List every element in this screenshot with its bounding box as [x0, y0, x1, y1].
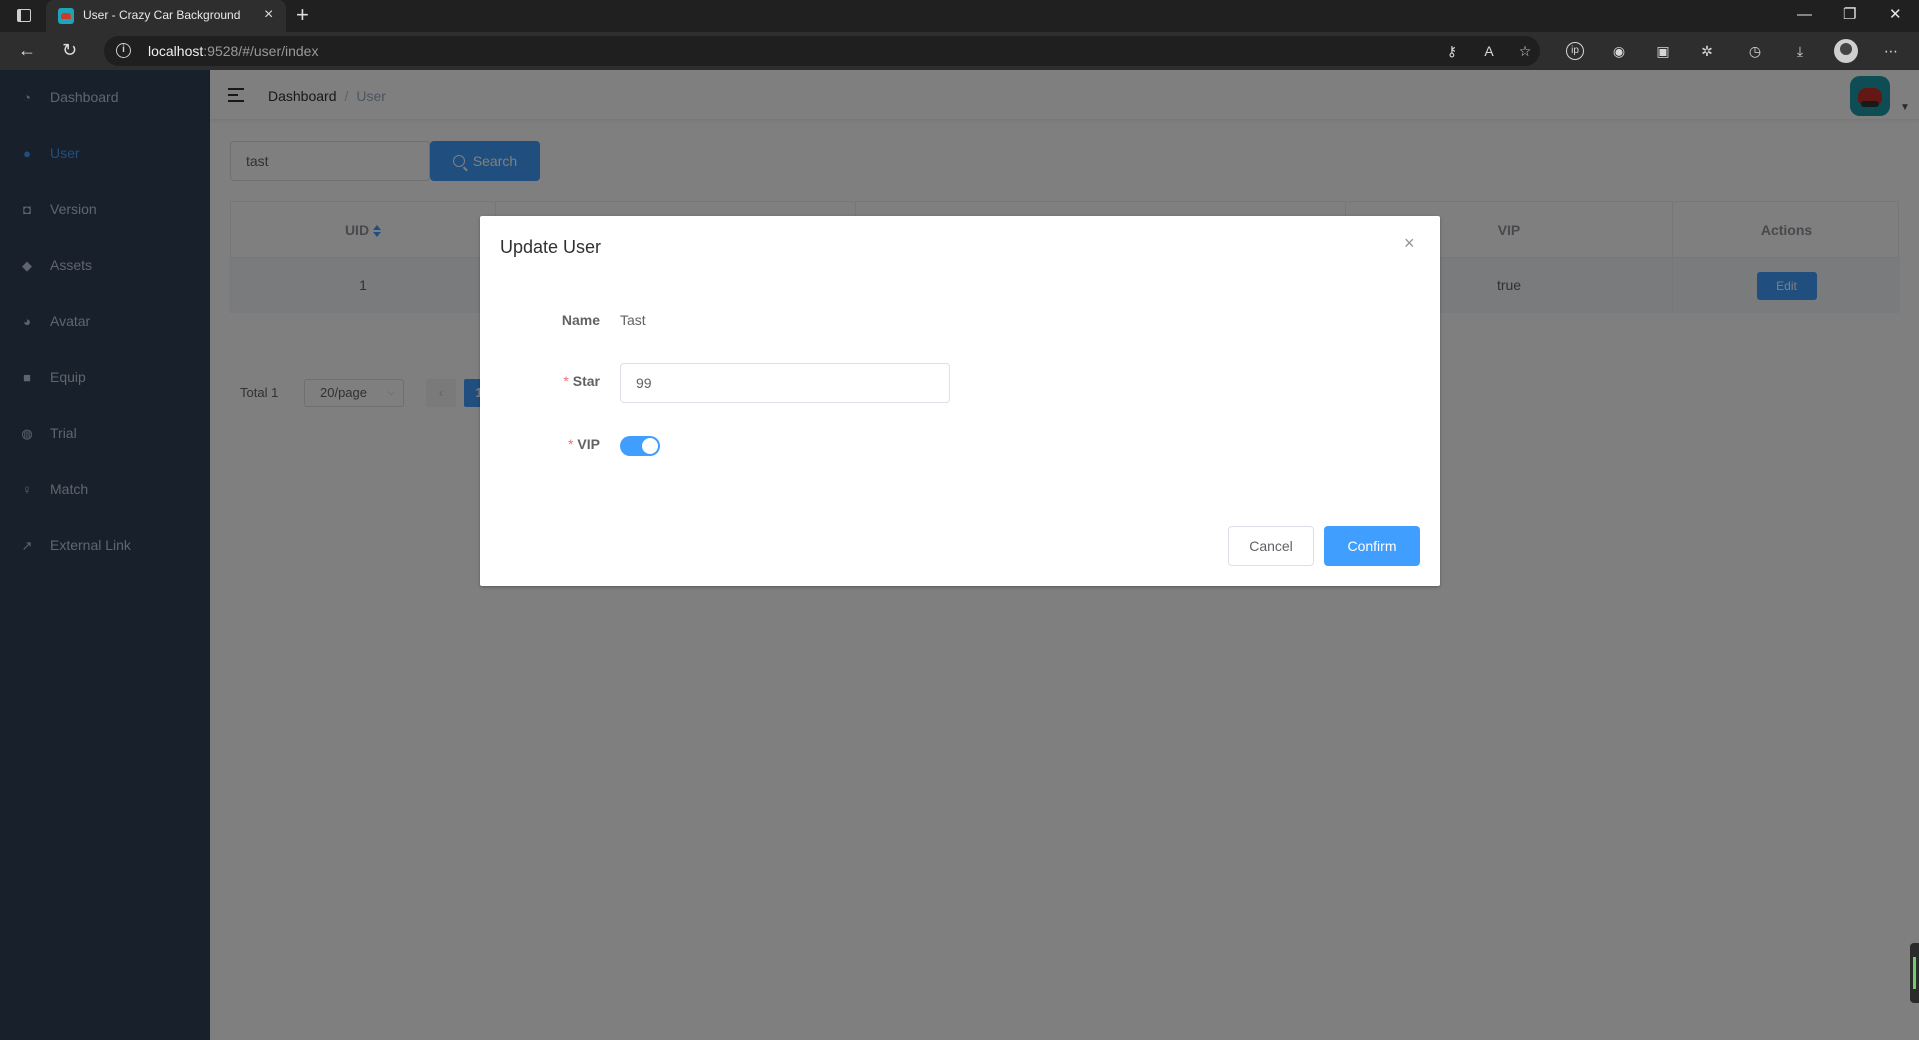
reload-icon[interactable]: ↻: [62, 40, 77, 60]
url-field[interactable]: i localhost:9528/#/user/index: [104, 36, 1540, 66]
favorite-add-icon[interactable]: ☆: [1516, 42, 1534, 60]
star-label: * Star: [563, 373, 600, 389]
cancel-button[interactable]: Cancel: [1228, 526, 1314, 566]
key-icon[interactable]: ⚷: [1443, 42, 1461, 60]
extension-mask-icon[interactable]: ◉: [1610, 42, 1628, 60]
close-icon[interactable]: ×: [1404, 234, 1415, 252]
vip-label: * VIP: [567, 436, 600, 452]
side-panel-handle[interactable]: [1910, 943, 1919, 1003]
extension-box-icon[interactable]: ▣: [1654, 42, 1672, 60]
extensions-icon[interactable]: ✲: [1698, 42, 1716, 60]
confirm-button[interactable]: Confirm: [1324, 526, 1420, 566]
restore-icon[interactable]: ❐: [1843, 6, 1856, 24]
name-value: Tast: [620, 312, 646, 328]
dialog-title: Update User: [500, 237, 602, 257]
extension-ip-icon[interactable]: ip: [1566, 42, 1584, 60]
update-user-dialog: Update User × Name Tast * Star 99 * VIP Ca…: [480, 216, 1440, 586]
profile-avatar[interactable]: [1834, 39, 1858, 63]
star-input[interactable]: 99: [620, 363, 950, 403]
vip-switch[interactable]: [620, 436, 660, 456]
url-text: localhost:9528/#/user/index: [148, 43, 319, 59]
tab-close-icon[interactable]: ×: [264, 6, 273, 24]
name-label: Name: [561, 312, 600, 328]
download-icon[interactable]: ⤓: [1791, 42, 1809, 60]
site-info-icon[interactable]: i: [116, 43, 131, 58]
history-icon[interactable]: ◷: [1746, 42, 1764, 60]
window-close-icon[interactable]: ✕: [1889, 6, 1902, 24]
minimize-icon[interactable]: —: [1797, 6, 1812, 24]
read-aloud-icon[interactable]: A: [1480, 42, 1498, 60]
more-menu-icon[interactable]: ⋯: [1882, 42, 1900, 60]
back-icon[interactable]: ←: [18, 40, 36, 60]
new-tab-icon[interactable]: +: [296, 3, 309, 27]
browser-address-bar: ← ↻ i localhost:9528/#/user/index ⚷ A ☆ …: [0, 32, 1919, 70]
tab-favicon-icon: [58, 8, 74, 24]
browser-tab-bar: User - Crazy Car Background × + — ❐ ✕: [0, 0, 1919, 32]
tab-title: User - Crazy Car Background: [83, 8, 241, 22]
tab-actions-icon[interactable]: [17, 9, 31, 22]
browser-tab[interactable]: User - Crazy Car Background ×: [46, 0, 286, 32]
